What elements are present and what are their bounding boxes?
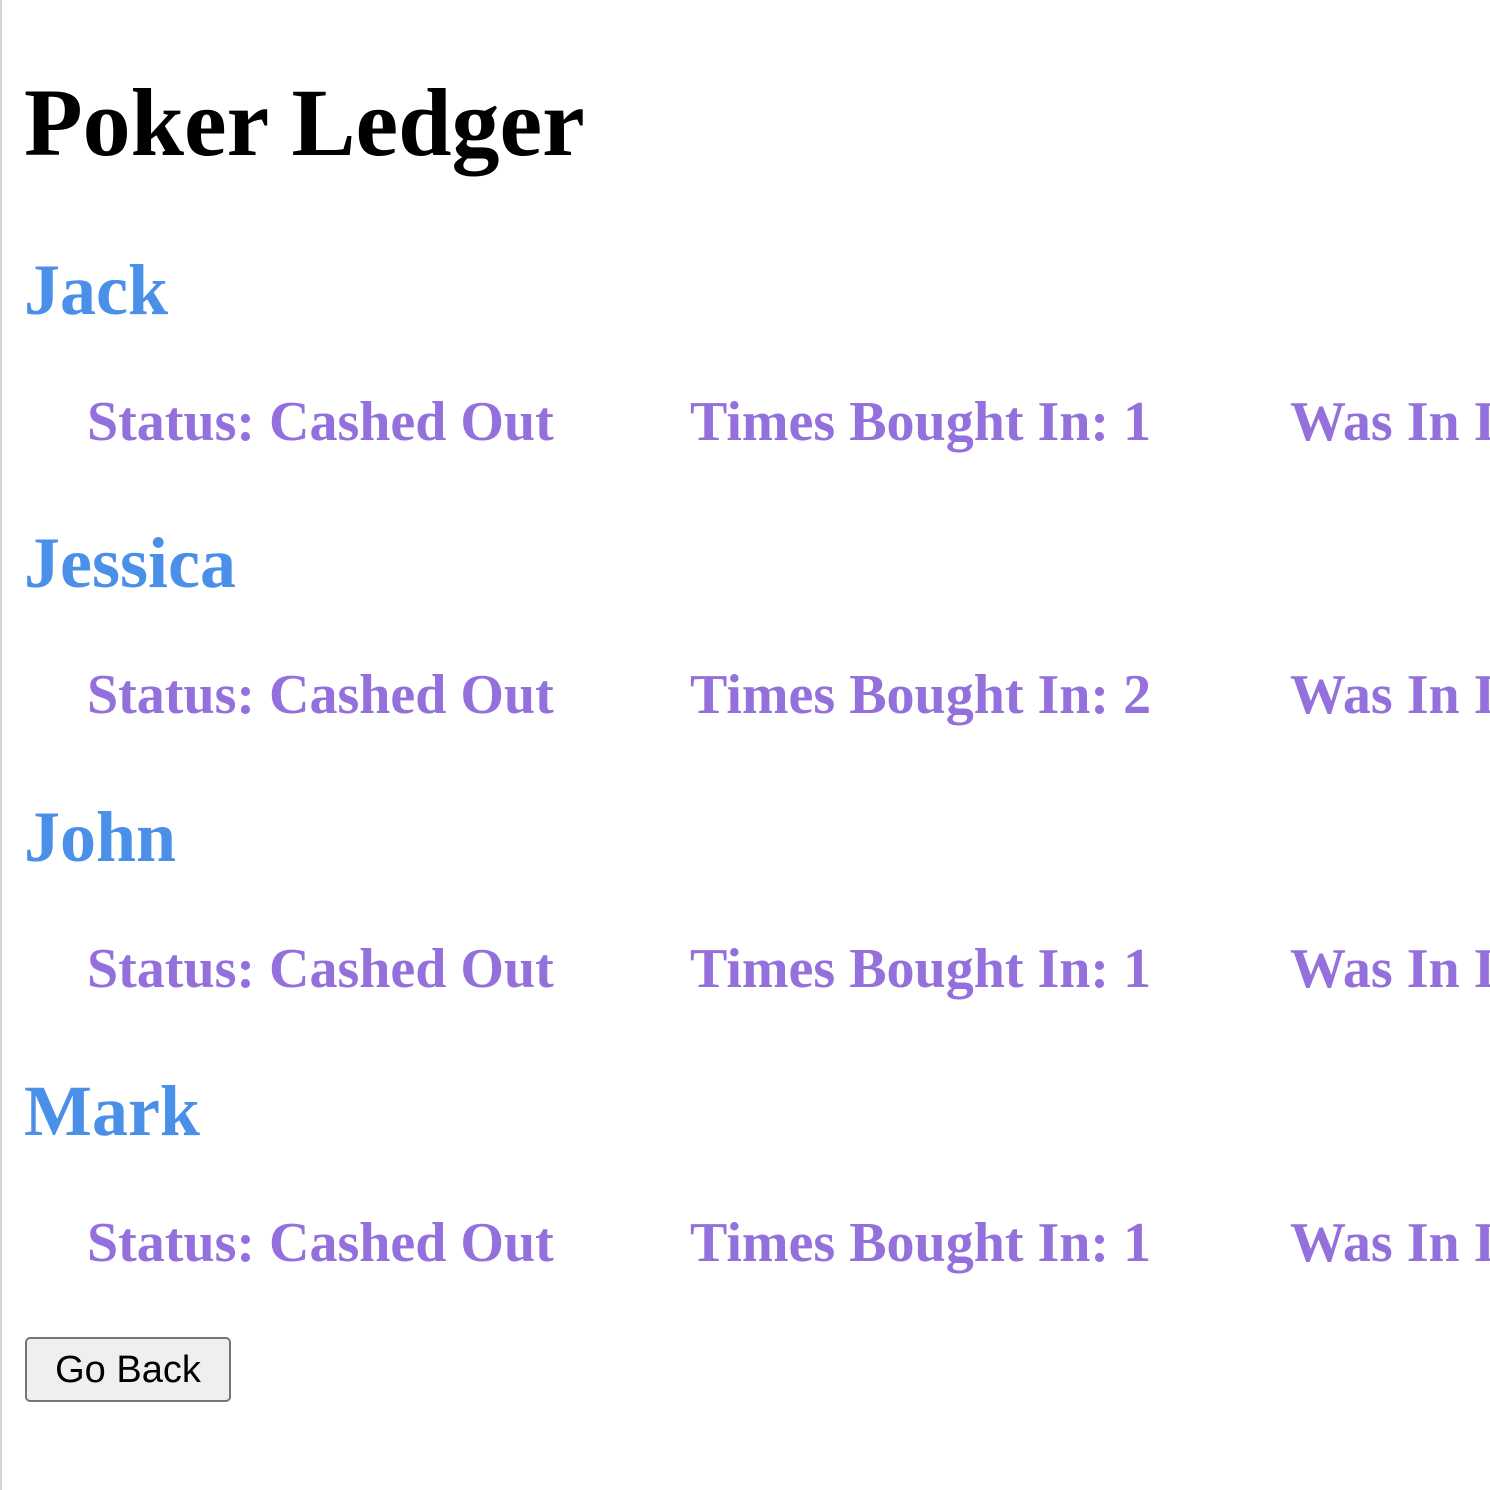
go-back-button[interactable]: Go Back [25, 1337, 231, 1402]
player-status: Status: Cashed Out [87, 937, 554, 1001]
times-bought-in-value: 1 [1123, 391, 1152, 453]
status-label: Status: [87, 1212, 270, 1274]
status-value: Cashed Out [269, 391, 554, 453]
status-value: Cashed Out [269, 938, 554, 1000]
times-bought-in-label: Times Bought In: [690, 391, 1124, 453]
player-was-in: Was In I [1290, 664, 1490, 726]
poker-ledger-page: Poker Ledger Jack Status: Cashed Out Tim… [0, 0, 1490, 1490]
times-bought-in-label: Times Bought In: [690, 1212, 1124, 1274]
player-name: Mark [24, 1071, 200, 1151]
player-entry-jack: Jack Status: Cashed Out Times Bought In:… [0, 250, 1490, 510]
player-name: Jessica [24, 523, 236, 603]
status-label: Status: [87, 938, 270, 1000]
times-bought-in-label: Times Bought In: [690, 938, 1124, 1000]
player-times-bought-in: Times Bought In: 1 [690, 937, 1151, 1001]
player-status: Status: Cashed Out [87, 1211, 554, 1275]
player-name: Jack [24, 250, 168, 330]
player-times-bought-in: Times Bought In: 1 [690, 1211, 1151, 1275]
player-status: Status: Cashed Out [87, 663, 554, 727]
times-bought-in-label: Times Bought In: [690, 664, 1124, 726]
times-bought-in-value: 1 [1123, 1212, 1152, 1274]
player-times-bought-in: Times Bought In: 2 [690, 663, 1151, 727]
player-times-bought-in: Times Bought In: 1 [690, 390, 1151, 454]
player-name: John [24, 797, 177, 877]
player-was-in: Was In I [1290, 938, 1490, 1000]
player-status: Status: Cashed Out [87, 390, 554, 454]
player-entry-jessica: Jessica Status: Cashed Out Times Bought … [0, 523, 1490, 783]
times-bought-in-value: 1 [1123, 938, 1152, 1000]
times-bought-in-value: 2 [1123, 664, 1152, 726]
page-title: Poker Ledger [24, 69, 585, 176]
player-was-in: Was In I [1290, 1212, 1490, 1274]
status-label: Status: [87, 664, 270, 726]
player-entry-mark: Mark Status: Cashed Out Times Bought In:… [0, 1071, 1490, 1331]
status-value: Cashed Out [269, 1212, 554, 1274]
player-entry-john: John Status: Cashed Out Times Bought In:… [0, 797, 1490, 1057]
player-was-in: Was In I [1290, 391, 1490, 453]
status-value: Cashed Out [269, 664, 554, 726]
status-label: Status: [87, 391, 270, 453]
